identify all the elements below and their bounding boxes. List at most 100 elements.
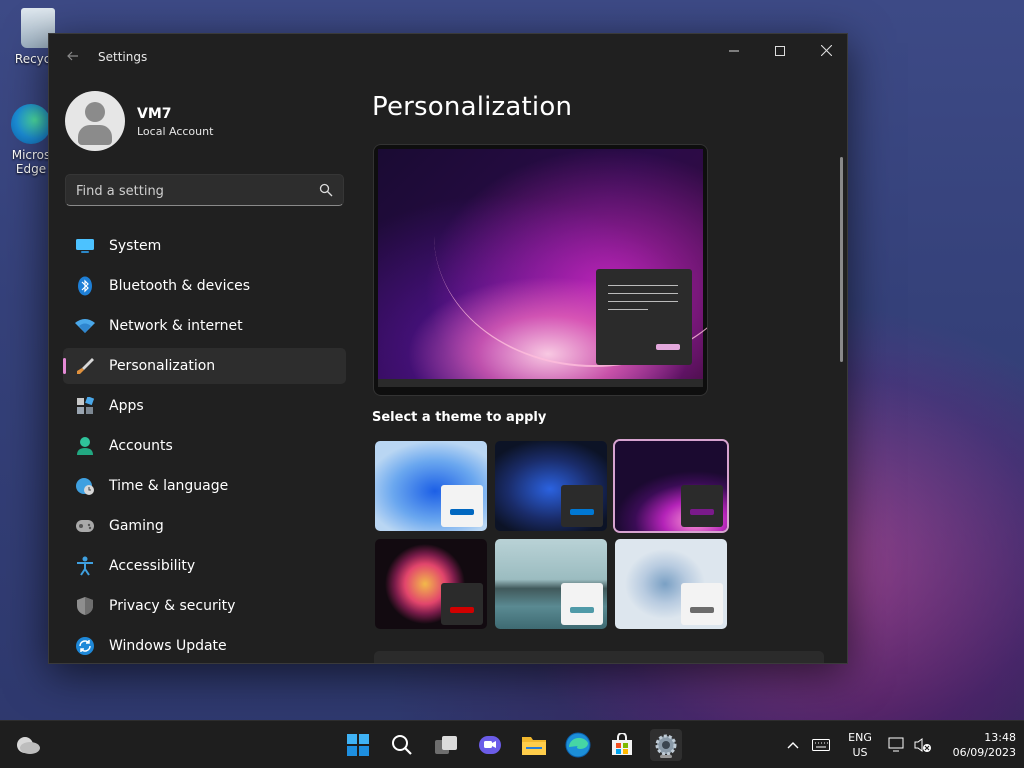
sidebar-item-label: Windows Update — [109, 638, 227, 654]
sidebar-item-apps[interactable]: Apps — [63, 388, 346, 424]
profile-account-type: Local Account — [137, 125, 214, 138]
region-code: US — [852, 746, 868, 759]
teams-chat-icon — [479, 736, 501, 754]
widgets-button[interactable] — [12, 729, 44, 761]
theme-preview-card — [681, 583, 723, 625]
person-icon — [75, 436, 95, 456]
apps-icon — [75, 396, 95, 416]
clock[interactable]: 13:48 06/09/2023 — [940, 730, 1016, 760]
sidebar-item-label: Accounts — [109, 438, 173, 454]
theme-tile-captured-motion[interactable] — [375, 539, 487, 629]
page-title: Personalization — [372, 92, 573, 122]
input-language-indicator[interactable]: ENG US — [843, 730, 877, 760]
sidebar-item-label: Gaming — [109, 518, 164, 534]
search-input[interactable] — [66, 175, 318, 207]
sidebar-nav: System Bluetooth & devices Network & int… — [63, 228, 346, 668]
edge-icon — [565, 732, 591, 758]
themes-section-label: Select a theme to apply — [372, 410, 547, 425]
preview-taskbar — [378, 379, 703, 387]
settings-window: Settings VM7 Local Account System — [48, 33, 848, 664]
chevron-up-icon — [787, 742, 799, 749]
sidebar-item-gaming[interactable]: Gaming — [63, 508, 346, 544]
back-button[interactable] — [63, 48, 83, 68]
accessibility-icon — [75, 556, 95, 576]
sidebar-item-label: System — [109, 238, 162, 254]
weather-cloud-icon — [17, 737, 40, 754]
volume-button[interactable] — [908, 729, 938, 761]
sidebar-item-label: Network & internet — [109, 318, 243, 334]
sidebar-item-accessibility[interactable]: Accessibility — [63, 548, 346, 584]
task-view-button[interactable] — [430, 729, 462, 761]
monitor-icon — [75, 236, 95, 256]
search-icon — [392, 735, 412, 755]
back-arrow-icon — [67, 51, 78, 61]
keyboard-icon — [812, 739, 830, 751]
sidebar-item-system[interactable]: System — [63, 228, 346, 264]
wifi-icon — [75, 316, 95, 336]
chat-button[interactable] — [474, 729, 506, 761]
globe-clock-icon — [75, 476, 95, 496]
search-button[interactable] — [386, 729, 418, 761]
clock-time: 13:48 — [984, 731, 1016, 744]
edge-button[interactable] — [562, 729, 594, 761]
avatar[interactable] — [65, 91, 125, 151]
shield-icon — [75, 596, 95, 616]
folder-icon — [522, 737, 546, 755]
theme-tile-sunrise[interactable] — [495, 539, 607, 629]
settings-taskbar-button[interactable] — [650, 729, 682, 761]
window-title: Settings — [98, 50, 148, 64]
preview-accent-button — [656, 344, 680, 350]
sidebar-item-label: Apps — [109, 398, 144, 414]
avatar-head — [85, 102, 105, 122]
theme-tile-flow[interactable] — [615, 539, 727, 629]
update-icon — [75, 636, 95, 656]
search-icon[interactable] — [319, 183, 333, 197]
sidebar-item-accounts[interactable]: Accounts — [63, 428, 346, 464]
sidebar-item-privacy[interactable]: Privacy & security — [63, 588, 346, 624]
theme-preview — [374, 145, 707, 395]
sidebar-item-network[interactable]: Network & internet — [63, 308, 346, 344]
sidebar-item-label: Personalization — [109, 358, 216, 374]
gamepad-icon — [75, 516, 95, 536]
theme-tile-glow[interactable] — [615, 441, 727, 531]
start-button[interactable] — [342, 729, 374, 761]
running-indicator — [660, 755, 672, 758]
main-content: Personalization Select a theme to apply — [372, 34, 847, 663]
sidebar-item-time-language[interactable]: Time & language — [63, 468, 346, 504]
sidebar-item-windows-update[interactable]: Windows Update — [63, 628, 346, 664]
touch-keyboard-button[interactable] — [806, 729, 836, 761]
bluetooth-icon — [75, 276, 95, 296]
store-icon — [612, 733, 632, 755]
theme-tile-windows-dark[interactable] — [495, 441, 607, 531]
language-code: ENG — [848, 731, 872, 744]
search-box[interactable] — [65, 174, 344, 207]
preview-window — [596, 269, 692, 365]
theme-preview-card — [561, 583, 603, 625]
next-settings-card[interactable] — [374, 651, 824, 663]
desktop-icon-label: Micros Edge — [11, 148, 51, 176]
gear-icon — [655, 734, 677, 756]
sidebar-item-label: Time & language — [109, 478, 229, 494]
profile-name: VM7 — [137, 106, 172, 122]
sidebar-item-label: Bluetooth & devices — [109, 278, 251, 294]
network-monitor-icon — [888, 737, 904, 752]
sidebar-item-label: Accessibility — [109, 558, 196, 574]
sidebar-item-bluetooth[interactable]: Bluetooth & devices — [63, 268, 346, 304]
speaker-muted-icon — [914, 738, 931, 752]
theme-tile-windows-light[interactable] — [375, 441, 487, 531]
scrollbar[interactable] — [840, 157, 843, 362]
windows-logo-icon — [347, 734, 369, 756]
brush-icon — [75, 356, 95, 376]
file-explorer-button[interactable] — [518, 729, 550, 761]
store-button[interactable] — [606, 729, 638, 761]
show-hidden-icons-button[interactable] — [778, 729, 808, 761]
taskbar: ENG US 13:48 06/09/2023 — [0, 720, 1024, 768]
avatar-body — [78, 125, 112, 145]
theme-preview-card — [441, 485, 483, 527]
theme-preview-card — [441, 583, 483, 625]
task-view-icon — [435, 736, 457, 754]
theme-preview-card — [561, 485, 603, 527]
edge-icon — [11, 104, 51, 144]
sidebar-item-label: Privacy & security — [109, 598, 236, 614]
sidebar-item-personalization[interactable]: Personalization — [63, 348, 346, 384]
